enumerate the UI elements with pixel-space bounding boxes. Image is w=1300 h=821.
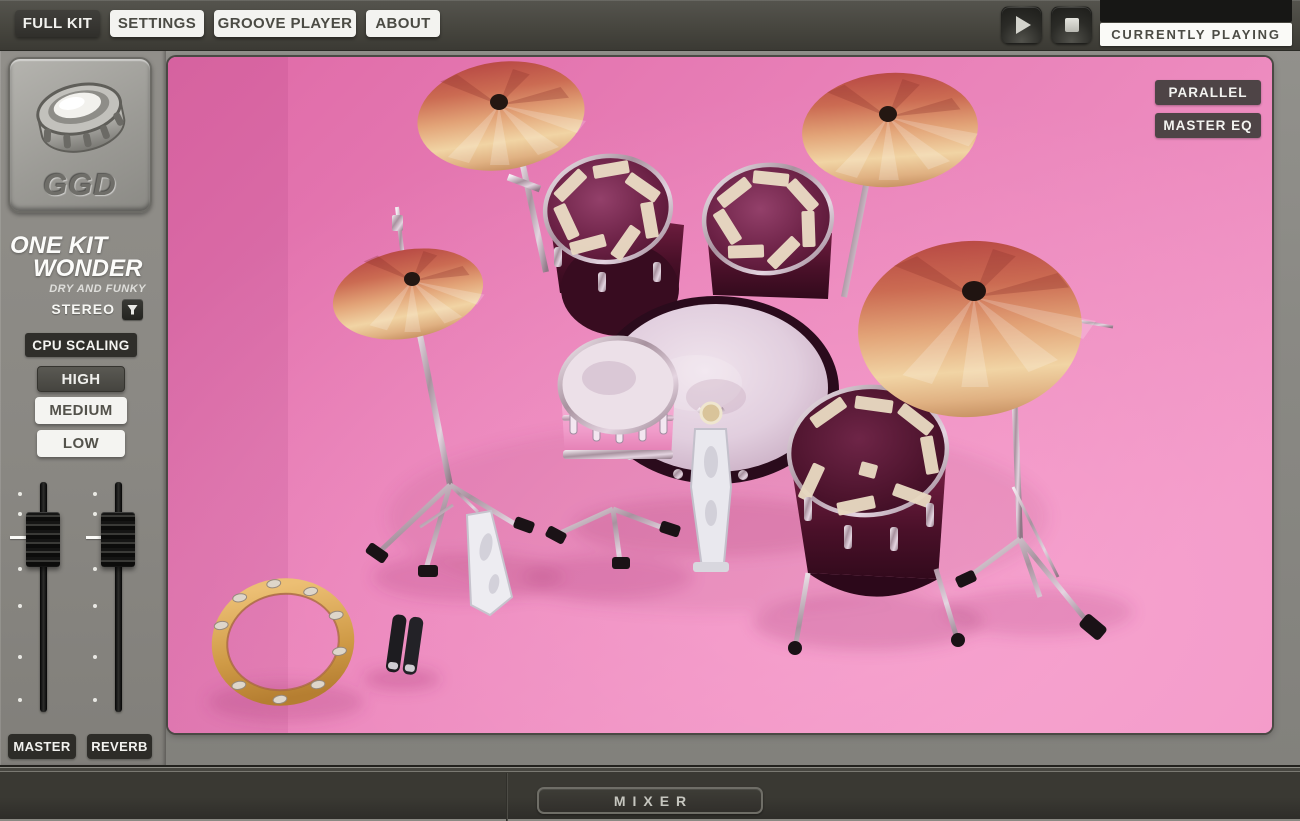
panel-seam xyxy=(506,773,508,821)
drum-kit-photo xyxy=(168,57,1272,733)
reverb-fader-label: REVERB xyxy=(87,734,152,759)
groove-display xyxy=(1100,0,1292,22)
reverb-fader-cap[interactable] xyxy=(101,512,135,567)
cpu-medium-button[interactable]: MEDIUM xyxy=(35,397,127,424)
master-fader-label: MASTER xyxy=(8,734,76,759)
master-eq-button[interactable]: MASTER EQ xyxy=(1155,113,1261,138)
sidebar: GGD ONE KIT WONDER DRY AND FUNKY STEREO … xyxy=(0,50,166,765)
cpu-low-button[interactable]: LOW xyxy=(37,430,125,457)
ggd-brand-text: GGD xyxy=(10,167,150,203)
reverb-fader-value-tick xyxy=(86,536,102,539)
snare-drum-icon xyxy=(20,63,140,168)
master-fader-cap[interactable] xyxy=(26,512,60,567)
parallel-button[interactable]: PARALLEL xyxy=(1155,80,1261,105)
play-button[interactable] xyxy=(1001,6,1042,44)
tab-groove-player[interactable]: GROOVE PLAYER xyxy=(214,10,356,37)
output-mode-label: STEREO xyxy=(0,301,115,317)
product-subtitle: DRY AND FUNKY xyxy=(0,283,146,295)
tab-full-kit[interactable]: FULL KIT xyxy=(15,10,100,37)
bottom-bar: MIXER xyxy=(0,765,1300,821)
stop-icon xyxy=(1065,18,1079,32)
plugin-window: PARALLEL MASTER EQ FULL KIT SETTINGS GRO… xyxy=(0,0,1300,821)
cpu-high-button[interactable]: HIGH xyxy=(37,366,125,392)
currently-playing-label: CURRENTLY PLAYING xyxy=(1100,23,1292,46)
funnel-down-icon xyxy=(126,303,139,316)
play-icon xyxy=(1016,16,1031,34)
output-mode-dropdown[interactable] xyxy=(122,299,143,320)
tab-about[interactable]: ABOUT xyxy=(366,10,440,37)
ggd-logo: GGD xyxy=(8,57,152,213)
top-bar: FULL KIT SETTINGS GROOVE PLAYER ABOUT CU… xyxy=(0,0,1300,50)
cpu-scaling-label: CPU SCALING xyxy=(25,333,137,357)
drum-kit-stage: PARALLEL MASTER EQ xyxy=(168,57,1272,733)
mixer-button[interactable]: MIXER xyxy=(537,787,763,814)
stop-button[interactable] xyxy=(1051,6,1092,44)
snare-drum[interactable] xyxy=(560,338,676,459)
product-name-line2: WONDER xyxy=(33,257,142,281)
tab-settings[interactable]: SETTINGS xyxy=(110,10,204,37)
